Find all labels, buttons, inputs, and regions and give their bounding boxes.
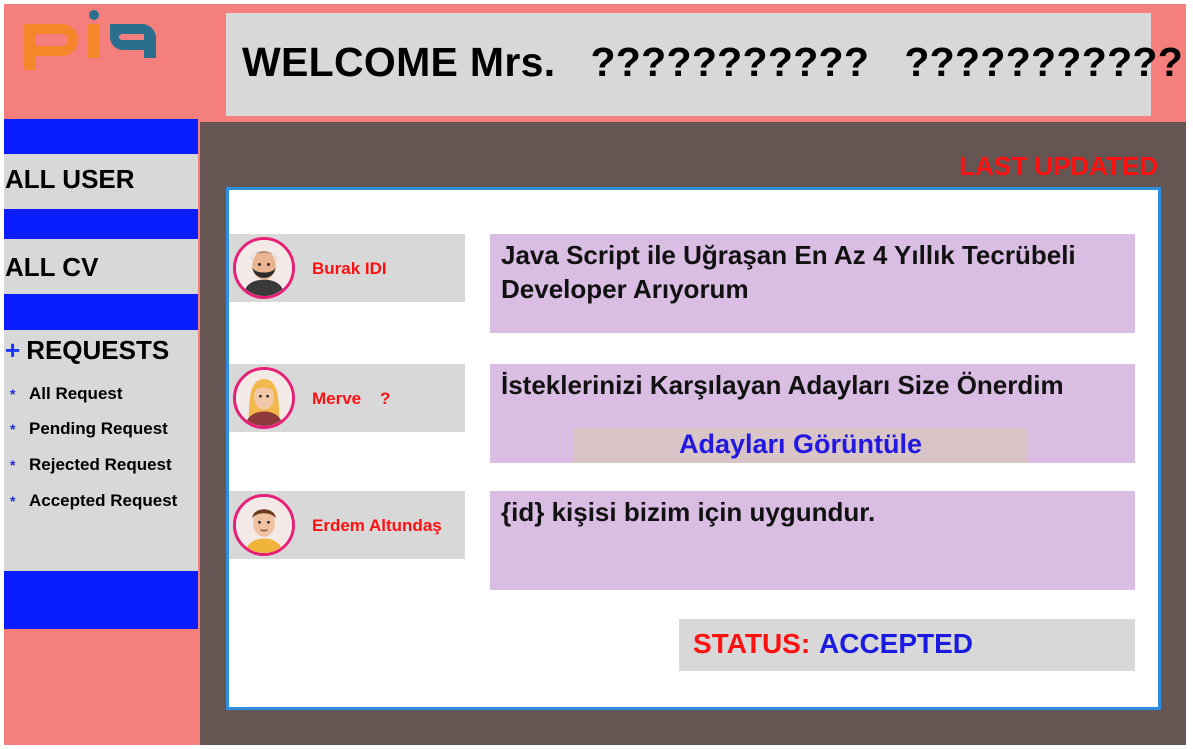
bullet-icon: * [10, 386, 16, 402]
avatar-woman-blonde-icon [233, 367, 295, 429]
sidebar-subitem-all-request[interactable]: * All Request [10, 384, 123, 404]
bullet-icon: * [10, 421, 16, 437]
sidebar-divider [4, 571, 198, 629]
user-name: Merve ? [312, 389, 391, 408]
sidebar-subitem-pending-request[interactable]: * Pending Request [10, 419, 168, 439]
last-updated-label: LAST UPDATED [959, 151, 1158, 181]
plus-icon: + [5, 335, 21, 365]
user-name: Burak IDI [312, 259, 387, 278]
sidebar: ALL USER ALL CV + REQUESTS * All Request *… [4, 119, 198, 629]
subitem-label: Pending Request [29, 419, 168, 438]
status-badge: STATUS: ACCEPTED [679, 619, 1135, 671]
welcome-banner: WELCOME Mrs. ??????????? ??????????? [226, 13, 1183, 116]
requests-label: REQUESTS [26, 335, 170, 365]
sidebar-subitem-rejected-request[interactable]: * Rejected Request [10, 455, 172, 475]
bullet-icon: * [10, 493, 16, 509]
requests-card: Burak IDI Java Script ile Uğraşan En Az … [226, 187, 1161, 710]
request-message: İsteklerinizi Karşılayan Adayları Size Ö… [490, 364, 1135, 463]
user-chip[interactable]: Burak IDI [229, 234, 465, 302]
avatar-man-beard-icon [233, 237, 295, 299]
pia-logo-graphic [24, 10, 156, 70]
bullet-icon: * [10, 457, 16, 473]
sidebar-item-requests[interactable]: + REQUESTS [5, 335, 169, 366]
pia-logo[interactable] [22, 10, 164, 72]
user-chip[interactable]: Merve ? [229, 364, 465, 432]
view-candidates-button[interactable]: Adayları Görüntüle [573, 428, 1028, 463]
user-chip[interactable]: Erdem Altundaş [229, 491, 465, 559]
sidebar-item-all-cv[interactable]: ALL CV [5, 252, 98, 283]
sidebar-subitem-accepted-request[interactable]: * Accepted Request [10, 491, 177, 511]
status-value: ACCEPTED [819, 628, 974, 659]
user-name: Erdem Altundaş [312, 516, 442, 535]
main-panel: LAST UPDATED Burak IDI Java Script ile U… [200, 122, 1186, 745]
message-text: {id} kişisi bizim için uygundur. [501, 497, 876, 527]
request-message: {id} kişisi bizim için uygundur. [490, 491, 1135, 590]
request-message: Java Script ile Uğraşan En Az 4 Yıllık T… [490, 234, 1135, 333]
subitem-label: Accepted Request [29, 491, 178, 510]
view-candidates-label: Adayları Görüntüle [678, 429, 923, 459]
status-label: STATUS: [693, 628, 811, 659]
sidebar-divider [4, 294, 198, 330]
sidebar-item-all-user[interactable]: ALL USER [5, 164, 135, 195]
message-text: Java Script ile Uğraşan En Az 4 Yıllık T… [501, 240, 1076, 304]
subitem-label: Rejected Request [29, 455, 172, 474]
sidebar-divider [4, 209, 198, 239]
sidebar-divider [4, 119, 198, 154]
welcome-text: WELCOME Mrs. ??????????? ??????????? [242, 39, 1184, 85]
message-text: İsteklerinizi Karşılayan Adayları Size Ö… [501, 370, 1064, 400]
avatar-man-icon [233, 494, 295, 556]
subitem-label: All Request [29, 384, 123, 403]
app-frame: WELCOME Mrs. ??????????? ??????????? ALL… [4, 4, 1186, 745]
